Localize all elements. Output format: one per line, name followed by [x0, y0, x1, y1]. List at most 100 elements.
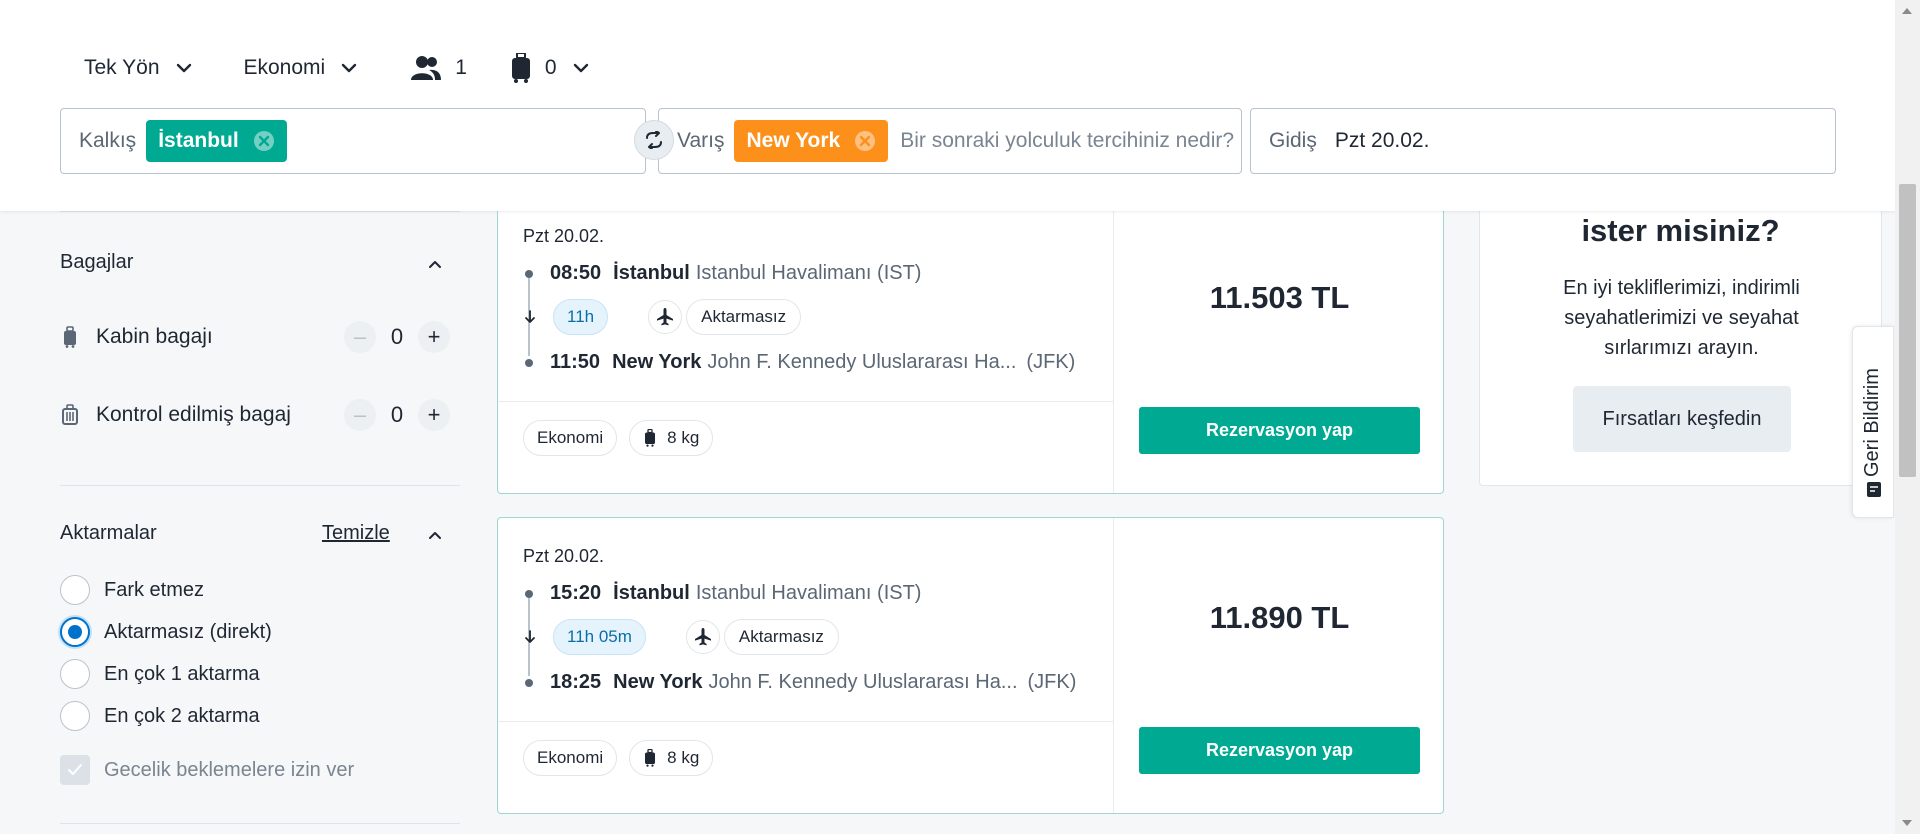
clear-stops-link[interactable]: Temizle [322, 522, 390, 545]
stops-option-label: En çok 1 aktarma [104, 662, 260, 685]
origin-chip-label: İstanbul [158, 129, 239, 152]
decrement-button[interactable]: – [344, 321, 376, 353]
destination-chip: New York [734, 120, 889, 162]
departure-time: 15:20 [550, 582, 602, 604]
origin-field[interactable]: Kalkış İstanbul [60, 108, 646, 174]
chevron-up-icon[interactable] [426, 255, 444, 273]
feedback-label: Geri Bildirim [1861, 368, 1883, 477]
chevron-up-icon[interactable] [426, 526, 444, 544]
destination-field[interactable]: Varış New York Bir sonraki yolculuk terc… [658, 108, 1242, 174]
arrival-time: 11:50 [550, 351, 601, 373]
chevron-down-icon [176, 63, 191, 73]
airline-pill [685, 620, 720, 654]
timeline-dot [525, 269, 533, 278]
fare-tags: Ekonomi 8 kg [523, 740, 725, 776]
cabin-bag-icon [64, 326, 76, 348]
radio-button[interactable] [60, 659, 90, 689]
baggage-tag: 8 kg [629, 740, 714, 776]
flight-date: Pzt 20.02. [523, 226, 605, 246]
stops-option-direct[interactable]: Aktarmasız (direkt) [60, 616, 272, 648]
explore-deals-button[interactable]: Fırsatları keşfedin [1573, 386, 1791, 452]
remove-destination-icon[interactable] [854, 130, 876, 152]
timeline-dot [525, 358, 533, 367]
fare-class-tag: Ekonomi [523, 740, 618, 776]
flight-card[interactable]: Pzt 20.02. 08:50 İstanbul Istanbul Haval… [497, 197, 1444, 494]
checked-bag-stepper: – 0 + [344, 399, 450, 431]
divider [60, 485, 460, 486]
baggage-tag: 8 kg [629, 420, 714, 456]
book-button[interactable]: Rezervasyon yap [1139, 727, 1420, 774]
overnight-option[interactable]: Gecelik beklemelere izin ver [60, 754, 354, 786]
baggage-weight: 8 kg [667, 428, 700, 447]
trip-type-dropdown[interactable]: Tek Yön [84, 56, 194, 80]
bags-selector[interactable]: 0 [511, 53, 591, 83]
divider [498, 721, 1114, 722]
passengers-count: 1 [455, 56, 467, 79]
cabin-bag-icon [645, 749, 656, 767]
arrival-airport: John F. Kennedy Uluslararası Ha... [708, 671, 1018, 693]
stops-filter-title[interactable]: Aktarmalar [60, 522, 157, 545]
stops-option-max-1[interactable]: En çok 1 aktarma [60, 658, 260, 690]
stops-option-label: En çok 2 aktarma [104, 704, 260, 727]
scrollbar-thumb[interactable] [1899, 184, 1916, 477]
flight-price: 11.890 TL [1209, 600, 1350, 635]
divider [60, 211, 460, 212]
duration-row: 11h 05m Aktarmasız [523, 619, 839, 655]
arrival-airport: John F. Kennedy Uluslararası Ha... [707, 351, 1017, 373]
check-icon [68, 764, 82, 775]
cabin-class-dropdown[interactable]: Ekonomi [244, 56, 360, 80]
arrival-airport-code: (JFK) [1027, 671, 1077, 693]
airplane-icon [694, 628, 711, 646]
bags-filter-title[interactable]: Bagajlar [60, 251, 133, 274]
checked-bag-count: 0 [390, 402, 404, 427]
departure-time: 08:50 [550, 262, 602, 284]
departure-label: Gidiş [1269, 129, 1317, 152]
duration-row: 11h Aktarmasız [523, 299, 802, 335]
divider [60, 823, 460, 824]
timeline-dot [525, 589, 533, 598]
cabin-class-label: Ekonomi [243, 56, 326, 79]
stops-badge: Aktarmasız [723, 619, 839, 655]
decrement-button[interactable]: – [344, 399, 376, 431]
stops-option-label: Aktarmasız (direkt) [104, 620, 272, 643]
increment-button[interactable]: + [418, 399, 450, 431]
cabin-bag-label: Kabin bagajı [96, 325, 213, 348]
stops-option-max-2[interactable]: En çok 2 aktarma [60, 700, 260, 732]
luggage-icon [511, 53, 530, 83]
remove-origin-icon[interactable] [253, 130, 275, 152]
departure-airport: Istanbul Havalimanı (IST) [695, 262, 922, 284]
destination-input-placeholder[interactable]: Bir sonraki yolculuk tercihiniz nedir? [900, 129, 1234, 153]
checked-bag-row: Kontrol edilmiş bagaj – 0 + [60, 399, 450, 431]
overnight-checkbox[interactable] [60, 755, 90, 785]
scroll-up-arrow[interactable] [1902, 8, 1912, 14]
arrival-row: 18:25 New York John F. Kennedy Uluslarar… [525, 671, 1076, 694]
passengers-selector[interactable]: 1 [411, 55, 467, 81]
scroll-down-arrow[interactable] [1902, 820, 1912, 826]
promo-title: ister misiniz? [1581, 213, 1780, 248]
swap-button[interactable] [634, 120, 674, 160]
arrival-city: New York [613, 671, 703, 693]
stops-option-label: Fark etmez [104, 578, 205, 601]
page-scrollbar[interactable] [1895, 0, 1920, 834]
passengers-icon [411, 56, 442, 80]
departure-airport: Istanbul Havalimanı (IST) [695, 582, 922, 604]
arrival-airport-code: (JFK) [1026, 351, 1076, 373]
radio-button[interactable] [60, 575, 90, 605]
increment-button[interactable]: + [418, 321, 450, 353]
timeline-dot [525, 678, 533, 687]
destination-label: Varış [677, 129, 725, 152]
checked-bag-icon [62, 404, 78, 425]
book-button[interactable]: Rezervasyon yap [1139, 407, 1420, 454]
radio-button[interactable] [60, 701, 90, 731]
destination-chip-label: New York [746, 129, 841, 152]
feedback-tab[interactable]: Geri Bildirim [1852, 326, 1894, 518]
stops-option-any[interactable]: Fark etmez [60, 574, 204, 606]
radio-button-selected[interactable] [60, 617, 90, 647]
arrival-city: New York [612, 351, 702, 373]
flight-card[interactable]: Pzt 20.02. 15:20 İstanbul Istanbul Haval… [497, 517, 1444, 814]
cabin-bag-stepper: – 0 + [344, 321, 450, 353]
baggage-weight: 8 kg [667, 748, 700, 767]
arrival-time: 18:25 [550, 671, 602, 693]
departure-city: İstanbul [613, 262, 690, 284]
departure-date-field[interactable]: Gidiş Pzt 20.02. [1250, 108, 1836, 174]
